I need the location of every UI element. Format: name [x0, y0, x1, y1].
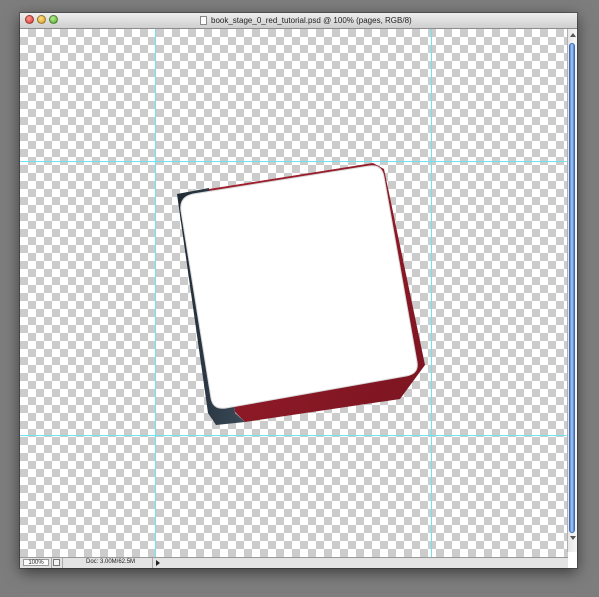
minimize-icon[interactable] — [37, 15, 46, 24]
zoom-level-field[interactable]: 100% — [23, 559, 49, 566]
guide-vertical[interactable] — [431, 29, 432, 568]
status-preview-icon[interactable] — [53, 559, 60, 566]
status-bar: 100% Doc: 3.00M/62.5M — [20, 557, 568, 568]
document-icon — [200, 16, 207, 25]
status-divider — [51, 558, 52, 568]
scroll-up-arrow-icon[interactable] — [570, 33, 576, 37]
book-artwork — [177, 163, 425, 425]
scroll-down-arrow-icon[interactable] — [570, 536, 576, 540]
book-page — [180, 165, 418, 409]
close-icon[interactable] — [25, 15, 34, 24]
canvas-area[interactable] — [20, 29, 568, 568]
title-bar[interactable]: book_stage_0_red_tutorial.psd @ 100% (pa… — [20, 13, 577, 29]
window-title: book_stage_0_red_tutorial.psd @ 100% (pa… — [211, 16, 412, 25]
status-divider — [62, 558, 63, 568]
photoshop-document-window: book_stage_0_red_tutorial.psd @ 100% (pa… — [20, 13, 577, 568]
triangle-right-icon[interactable] — [156, 560, 160, 566]
document-size-info: Doc: 3.00M/62.5M — [86, 559, 136, 565]
status-divider — [152, 558, 153, 568]
scroll-thumb[interactable] — [569, 43, 575, 533]
vertical-scrollbar[interactable] — [567, 29, 577, 552]
guide-horizontal[interactable] — [20, 435, 568, 436]
guide-vertical[interactable] — [155, 29, 156, 568]
zoom-icon[interactable] — [49, 15, 58, 24]
guide-horizontal[interactable] — [20, 161, 568, 162]
